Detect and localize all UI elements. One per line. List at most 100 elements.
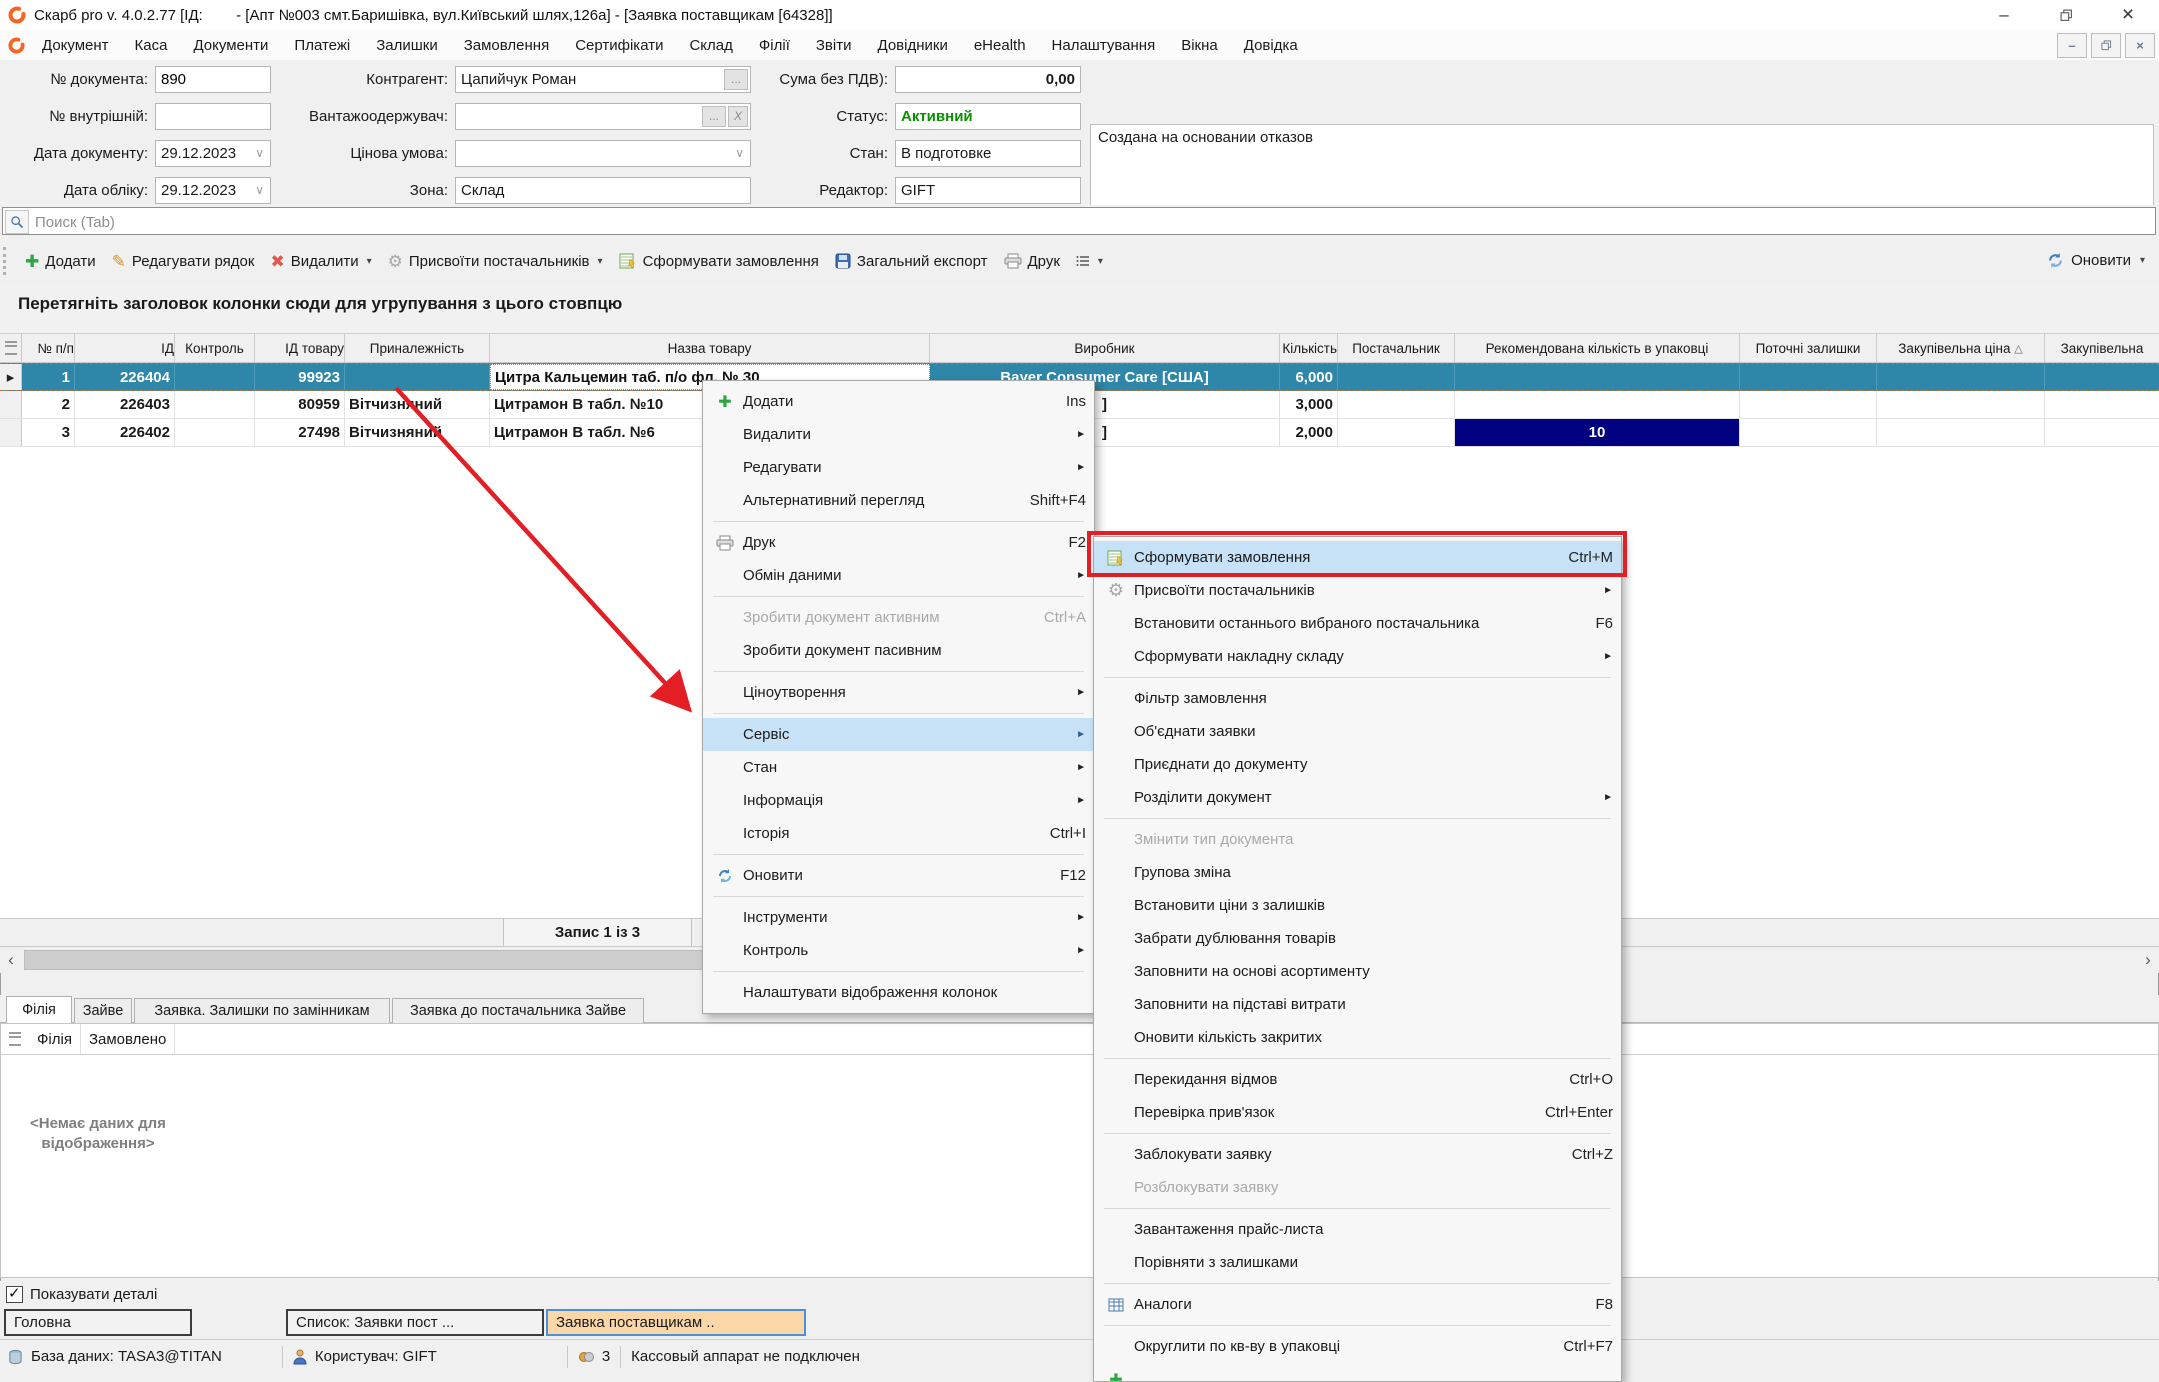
internal-number-input[interactable] xyxy=(161,105,265,128)
ctx-tools[interactable]: Інструменти ► xyxy=(703,901,1094,934)
col-header-product-id[interactable]: ІД товару xyxy=(255,334,345,362)
sub-set-prices-from-stock[interactable]: Встановити ціни з залишків xyxy=(1094,889,1621,922)
ctx-add[interactable]: ✚ ДодатиIns xyxy=(703,385,1094,418)
contractor-field[interactable]: Цапийчук Роман ... xyxy=(455,66,751,93)
menu-ehealth[interactable]: eHealth xyxy=(961,30,1039,60)
close-icon[interactable]: × xyxy=(2097,0,2159,30)
menu-reports[interactable]: Звіти xyxy=(803,30,865,60)
sub-lock-request[interactable]: Заблокувати заявкуCtrl+Z xyxy=(1094,1138,1621,1171)
delete-button[interactable]: ✖ Видалити ▾ xyxy=(262,244,379,278)
col-header-stock[interactable]: Поточні залишки xyxy=(1740,334,1877,362)
menu-payments[interactable]: Платежі xyxy=(281,30,363,60)
cell-price2[interactable] xyxy=(2045,364,2159,390)
ctx-edit[interactable]: Редагувати ► xyxy=(703,451,1094,484)
ctx-control[interactable]: Контроль ► xyxy=(703,934,1094,967)
ellipsis-button[interactable]: ... xyxy=(702,106,726,127)
sub-transfer-refusals[interactable]: Перекидання відмовCtrl+O xyxy=(1094,1063,1621,1096)
ctx-state[interactable]: Стан ► xyxy=(703,751,1094,784)
cell-num[interactable]: 2 xyxy=(22,391,75,418)
ctx-data-exchange[interactable]: Обмін даними ► xyxy=(703,559,1094,592)
cell-recommended[interactable]: 10 xyxy=(1455,419,1740,446)
col-header-num[interactable]: № п/п xyxy=(22,334,75,362)
menu-directories[interactable]: Довідники xyxy=(865,30,961,60)
assign-suppliers-button[interactable]: ⚙ Присвоїти постачальників ▾ xyxy=(380,244,611,278)
cell-stock[interactable] xyxy=(1740,391,1877,418)
print-button[interactable]: Друк xyxy=(996,244,1068,278)
detail-col-branch[interactable]: Філія xyxy=(29,1024,81,1054)
cell-recommended[interactable] xyxy=(1455,391,1740,418)
show-details-checkbox[interactable] xyxy=(6,1286,23,1303)
child-close-icon[interactable]: × xyxy=(2125,33,2155,58)
consignee-field[interactable]: ... X xyxy=(455,103,751,130)
tab-main[interactable]: Головна xyxy=(4,1309,192,1336)
ctx-history[interactable]: ІсторіяCtrl+I xyxy=(703,817,1094,850)
create-order-button[interactable]: Сформувати замовлення xyxy=(611,244,827,278)
tab-requests-list[interactable]: Список: Заявки пост ... xyxy=(286,1309,544,1336)
doc-number-field[interactable] xyxy=(155,66,271,93)
sub-check-bindings[interactable]: Перевірка прив'язокCtrl+Enter xyxy=(1094,1096,1621,1129)
grid-corner-grip-icon[interactable] xyxy=(0,334,22,362)
sub-create-warehouse-invoice[interactable]: Сформувати накладну складу ► xyxy=(1094,640,1621,673)
scroll-left-icon[interactable]: ‹ xyxy=(0,947,22,973)
cell-price[interactable] xyxy=(1877,419,2045,446)
col-header-recommended[interactable]: Рекомендована кількість в упаковці xyxy=(1455,334,1740,362)
chevron-down-icon[interactable]: ∨ xyxy=(255,141,264,166)
cell-qty[interactable]: 3,000 xyxy=(1280,391,1338,418)
cell-id[interactable]: 226402 xyxy=(75,419,175,446)
sub-fill-from-assortment[interactable]: Заповнити на основі асортименту xyxy=(1094,955,1621,988)
sub-analogs[interactable]: АналогиF8 xyxy=(1094,1288,1621,1321)
tab-substitutes[interactable]: Заявка. Залишки по замінникам xyxy=(134,998,390,1023)
col-header-supplier[interactable]: Постачальник xyxy=(1338,334,1455,362)
sub-attach-to-document[interactable]: Приєднати до документу xyxy=(1094,748,1621,781)
sub-round-to-pack[interactable]: Округлити по кв-ву в упаковціCtrl+F7 xyxy=(1094,1330,1621,1363)
cell-price2[interactable] xyxy=(2045,391,2159,418)
cell-supplier[interactable] xyxy=(1338,419,1455,446)
ctx-make-passive[interactable]: Зробити документ пасивним xyxy=(703,634,1094,667)
menu-settings[interactable]: Налаштування xyxy=(1039,30,1169,60)
cell-control[interactable] xyxy=(175,364,255,390)
list-options-button[interactable]: ▾ xyxy=(1068,244,1111,278)
tab-supplier-request[interactable]: Заявка до постачальника Зайве xyxy=(392,998,644,1023)
cell-num[interactable]: 3 xyxy=(22,419,75,446)
cell-recommended[interactable] xyxy=(1455,364,1740,390)
cell-qty[interactable]: 6,000 xyxy=(1280,364,1338,390)
sub-remove-duplicates[interactable]: Забрати дублювання товарів xyxy=(1094,922,1621,955)
menu-orders[interactable]: Замовлення xyxy=(451,30,562,60)
sub-create-order[interactable]: Сформувати замовленняCtrl+M xyxy=(1094,541,1621,574)
cell-price[interactable] xyxy=(1877,391,2045,418)
cell-qty[interactable]: 2,000 xyxy=(1280,419,1338,446)
cell-price[interactable] xyxy=(1877,364,2045,390)
account-date-field[interactable]: 29.12.2023 ∨ xyxy=(155,177,271,204)
col-header-price[interactable]: Закупівельна ціна △ xyxy=(1877,334,2045,362)
global-export-button[interactable]: Загальний експорт xyxy=(827,244,996,278)
ctx-configure-columns[interactable]: Налаштувати відображення колонок xyxy=(703,976,1094,1009)
cell-supplier[interactable] xyxy=(1338,364,1455,390)
cell-product-id[interactable]: 99923 xyxy=(255,364,345,390)
col-header-id[interactable]: ІД xyxy=(75,334,175,362)
detail-grip-icon[interactable] xyxy=(1,1032,29,1046)
menu-document[interactable]: Документ xyxy=(29,30,122,60)
cell-product-id[interactable]: 27498 xyxy=(255,419,345,446)
col-header-qty[interactable]: Кількість xyxy=(1280,334,1338,362)
col-header-price2[interactable]: Закупівельна xyxy=(2045,334,2159,362)
col-header-manufacturer[interactable]: Виробник xyxy=(930,334,1280,362)
tab-supplier-order[interactable]: Заявка поставщикам .. xyxy=(546,1309,806,1336)
sub-fill-from-expense[interactable]: Заповнити на підставі витрати xyxy=(1094,988,1621,1021)
sub-assign-suppliers[interactable]: ⚙ Присвоїти постачальників ► xyxy=(1094,574,1621,607)
cell-product-id[interactable]: 80959 xyxy=(255,391,345,418)
restore-icon[interactable] xyxy=(2035,0,2097,30)
child-restore-icon[interactable] xyxy=(2091,33,2121,58)
minimize-icon[interactable]: – xyxy=(1973,0,2035,30)
cell-control[interactable] xyxy=(175,419,255,446)
tab-branch[interactable]: Філія xyxy=(6,996,72,1023)
cell-origin[interactable]: Вітчизняний xyxy=(345,419,490,446)
ctx-delete[interactable]: Видалити ► xyxy=(703,418,1094,451)
cell-num[interactable]: 1 xyxy=(22,364,75,390)
col-header-origin[interactable]: Приналежність xyxy=(345,334,490,362)
ctx-print[interactable]: ДрукF2 xyxy=(703,526,1094,559)
internal-number-field[interactable] xyxy=(155,103,271,130)
menu-warehouse[interactable]: Склад xyxy=(676,30,745,60)
edit-row-button[interactable]: ✎ Редагувати рядок xyxy=(104,244,263,278)
search-icon[interactable] xyxy=(5,210,29,234)
menu-stocks[interactable]: Залишки xyxy=(363,30,451,60)
